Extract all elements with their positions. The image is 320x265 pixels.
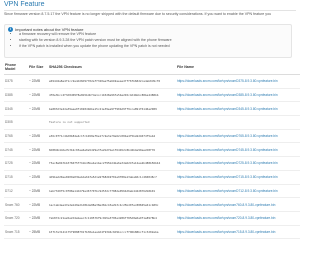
file-link[interactable]: https://downloads.snom.com/fw/vpn/snomD7… [176,170,300,185]
table-row: D345 ~ 22MB ba803d3e2da39aee0f1028db6be15c… [4,101,300,117]
vpn-files-table: Phone Model File Size SHA256 Checksum Fi… [4,60,300,240]
phone-model-cell: D385 [4,88,28,103]
sha256-cell: 4d9bad20ee0209e03bebde6bfe5d1e9f682b9f01… [48,170,176,185]
sha256-cell: 1eb7320f5c0f88e1ddd79ed6f707bc9d532c7f08… [48,184,176,199]
sha256-cell: Feature is not supported [48,115,176,130]
sha256-cell: b3f1fe3141175f9888f91fb30e1ea4d4f9346c0d… [48,225,176,240]
sha256-cell: ba803d3e2da39aee0f1028db6be15c21e39ee9ff… [48,101,176,117]
file-link[interactable]: https://downloads.snom.com/fw/vpn/snomD7… [176,156,300,171]
table-row: Snom 760 ~ 22MB 1ac1ab4ee47e2eb49ad1d8bde8… [4,197,300,212]
table-header-row: Phone Model File Size SHA256 Checksum Fi… [4,60,300,75]
sha256-cell: f3ec8a8b7bb3766f5f71bbd5be4e1bac2f95bd4b… [48,156,176,171]
file-size-cell: ~ 22MB [28,184,48,199]
phone-model-cell: D375 [4,74,28,89]
phone-model-cell: D305 [4,115,28,130]
file-size-cell: ~ 22MB [28,74,48,89]
phone-model-cell: Snom 760 [4,197,28,212]
file-size-cell: ~ 22MB [28,211,48,226]
sha256-cell: e36c0ff1c4bd8b84e4c1fcbb58ef6e1fc9e3a79e… [48,129,176,144]
intro-text: Since firmware version 8.7.5.17 the VPN … [4,12,272,16]
table-row: D712 ~ 22MB 1eb7320f5c0f88e1ddd79ed6f707bc… [4,184,300,199]
phone-model-cell: D345 [4,101,28,117]
file-size-cell: ~ 22MB [28,170,48,185]
sha256-cell: 8d88db4dde7b3b2c03ae6e0e5d29a3fe2b27be1f… [48,142,176,158]
file-link[interactable]: https://downloads.snom.com/fw/vpn/snom72… [176,211,300,226]
table-row: D765 ~ 22MB e36c0ff1c4bd8b84e4c1fcbb58ef6e… [4,129,300,144]
phone-model-cell: D745 [4,142,28,158]
phone-model-cell: Snom 715 [4,225,28,240]
notice-list: a firmware recovery will remove the VPN … [15,31,172,49]
sha256-cell: 1ac1ab4ee47e2eb49ad1d8bde88e38e26bc43a2b… [48,197,176,212]
file-link[interactable]: https://downloads.snom.com/fw/vpn/snom71… [176,225,300,240]
file-link[interactable]: https://downloads.snom.com/fw/vpn/snomD7… [176,129,300,144]
file-link [176,115,300,130]
column-header-sha256: SHA256 Checksum [48,60,176,75]
table-row: D715 ~ 22MB 4d9bad20ee0209e03bebde6bfe5d1e… [4,170,300,185]
file-size-cell: ~ 22MB [28,101,48,117]
file-size-cell [28,115,48,130]
file-size-cell: ~ 22MB [28,88,48,103]
phone-model-cell: Snom 720 [4,211,28,226]
table-row: Snom 720 ~ 22MB feb872c21ae5e2d4ebeec3c118… [4,211,300,226]
file-size-cell: ~ 22MB [28,129,48,144]
phone-model-cell: D765 [4,129,28,144]
column-header-phone-model: Phone Model [4,60,28,75]
file-link[interactable]: https://downloads.snom.com/fw/vpn/snomD3… [176,88,300,103]
phone-model-cell: D712 [4,184,28,199]
column-header-file-size: File Size [28,60,48,75]
file-link[interactable]: https://downloads.snom.com/fw/vpn/snom76… [176,197,300,212]
column-header-file-name: File Name [176,60,300,75]
sha256-cell: 4f0e3bcc4f3d8d09f8e0b5bdbfde1cc1b5d8e96f… [48,88,176,103]
table-row: D385 ~ 22MB 4f0e3bcc4f3d8d09f8e0b5bdbfde1c… [4,88,300,103]
file-link[interactable]: https://downloads.snom.com/fw/vpn/snomD7… [176,184,300,199]
sha256-cell: feb872c21ae5e2d4ebeec3c118576f9c9b5a3f95… [48,211,176,226]
notice-box: i Important notes about the VPN feature … [4,24,292,58]
notice-item: if the VPN patch is installed when you u… [19,43,172,49]
table-row: Snom 715 ~ 25MB b3f1fe3141175f9888f91fb30e… [4,225,300,240]
phone-model-cell: D725 [4,156,28,171]
sha256-cell: e694d4a8e4f1cc9a4dd8d97702aff320aef5a6b9… [48,74,176,89]
file-link[interactable]: https://downloads.snom.com/fw/vpn/snomD7… [176,142,300,158]
page-title: VPN Feature [4,1,45,8]
table-row: D745 ~ 22MB 8d88db4dde7b3b2c03ae6e0e5d29a3… [4,142,300,158]
table-row: D305 Feature is not supported [4,115,300,130]
vpn-feature-page: VPN Feature Since firmware version 8.7.5… [0,0,300,265]
title-divider [4,10,296,11]
file-size-cell: ~ 22MB [28,142,48,158]
file-link[interactable]: https://downloads.snom.com/fw/vpn/snomD3… [176,101,300,117]
table-row: D725 ~ 22MB f3ec8a8b7bb3766f5f71bbd5be4e1b… [4,156,300,171]
phone-model-cell: D715 [4,170,28,185]
file-link[interactable]: https://downloads.snom.com/fw/vpn/snomD3… [176,74,300,89]
file-size-cell: ~ 22MB [28,156,48,171]
table-row: D375 ~ 22MB e694d4a8e4f1cc9a4dd8d97702aff3… [4,74,300,89]
file-size-cell: ~ 22MB [28,197,48,212]
file-size-cell: ~ 25MB [28,225,48,240]
